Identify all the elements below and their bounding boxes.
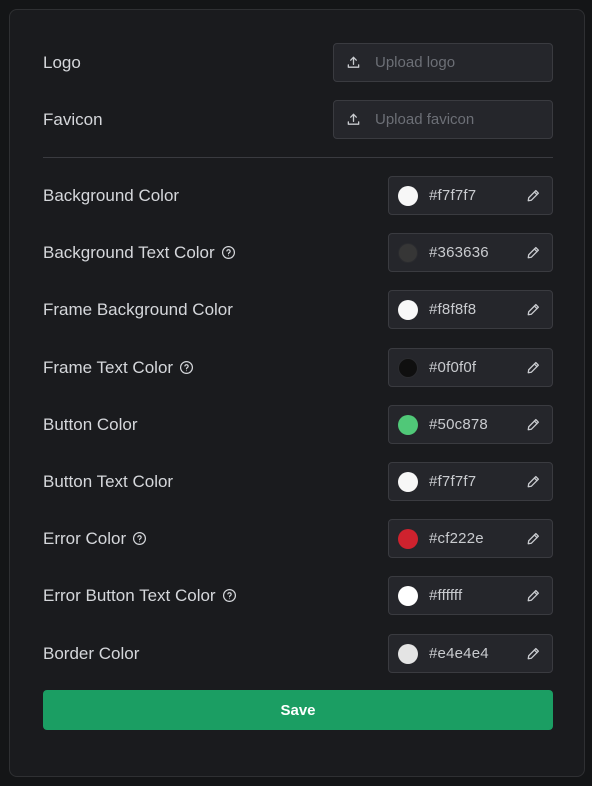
frame-text-color-value[interactable]: #0f0f0f: [429, 359, 476, 376]
background-text-color-row: Background Text Color #363636: [43, 233, 553, 272]
frame-background-color-value[interactable]: #f8f8f8: [429, 301, 476, 318]
upload-logo-placeholder: Upload logo: [375, 54, 456, 71]
frame-text-color-label-text: Frame Text Color: [43, 357, 174, 377]
favicon-label: Favicon: [43, 109, 103, 129]
error-color-value[interactable]: #cf222e: [429, 530, 484, 547]
border-color-input[interactable]: #e4e4e4: [388, 634, 553, 673]
background-color-value[interactable]: #f7f7f7: [429, 187, 476, 204]
pencil-icon[interactable]: [526, 588, 541, 603]
background-color-swatch[interactable]: [398, 185, 418, 206]
frame-background-color-row: Frame Background Color #f8f8f8: [43, 290, 553, 329]
branding-settings-panel: Logo Upload logo Favicon Upload favicon …: [9, 9, 585, 777]
button-color-swatch[interactable]: [398, 414, 418, 435]
button-color-input[interactable]: #50c878: [388, 405, 553, 444]
pencil-icon[interactable]: [526, 188, 541, 203]
help-circle-icon[interactable]: [132, 531, 147, 546]
border-color-label-text: Border Color: [43, 643, 140, 663]
button-color-label: Button Color: [43, 415, 138, 435]
background-text-color-swatch[interactable]: [398, 242, 418, 263]
border-color-value[interactable]: #e4e4e4: [429, 645, 489, 662]
logo-row: Logo Upload logo: [43, 43, 553, 82]
pencil-icon[interactable]: [526, 417, 541, 432]
frame-background-color-label-text: Frame Background Color: [43, 299, 233, 319]
frame-background-color-label: Frame Background Color: [43, 300, 233, 320]
button-text-color-swatch[interactable]: [398, 471, 418, 492]
button-text-color-row: Button Text Color #f7f7f7: [43, 462, 553, 501]
button-color-value[interactable]: #50c878: [429, 416, 488, 433]
error-button-text-color-value[interactable]: #ffffff: [429, 587, 462, 604]
button-color-row: Button Color #50c878: [43, 405, 553, 444]
error-color-input[interactable]: #cf222e: [388, 519, 553, 558]
button-text-color-value[interactable]: #f7f7f7: [429, 473, 476, 490]
background-text-color-value[interactable]: #363636: [429, 244, 489, 261]
button-text-color-input[interactable]: #f7f7f7: [388, 462, 553, 501]
background-color-label-text: Background Color: [43, 185, 180, 205]
pencil-icon[interactable]: [526, 646, 541, 661]
error-button-text-color-swatch[interactable]: [398, 585, 418, 606]
background-color-input[interactable]: #f7f7f7: [388, 176, 553, 215]
background-text-color-input[interactable]: #363636: [388, 233, 553, 272]
error-button-text-color-input[interactable]: #ffffff: [388, 576, 553, 615]
frame-text-color-label: Frame Text Color: [43, 358, 194, 378]
help-circle-icon[interactable]: [221, 245, 236, 260]
background-color-label: Background Color: [43, 186, 179, 206]
button-color-label-text: Button Color: [43, 414, 138, 434]
button-text-color-label: Button Text Color: [43, 472, 173, 492]
error-color-row: Error Color #cf222e: [43, 519, 553, 558]
pencil-icon[interactable]: [526, 531, 541, 546]
pencil-icon[interactable]: [526, 360, 541, 375]
frame-background-color-input[interactable]: #f8f8f8: [388, 290, 553, 329]
frame-text-color-swatch[interactable]: [398, 357, 418, 378]
section-divider: [43, 157, 553, 158]
error-button-text-color-label-text: Error Button Text Color: [43, 585, 216, 605]
error-button-text-color-row: Error Button Text Color #ffffff: [43, 576, 553, 615]
error-color-label-text: Error Color: [43, 528, 127, 548]
background-text-color-label-text: Background Text Color: [43, 242, 215, 262]
frame-text-color-input[interactable]: #0f0f0f: [388, 348, 553, 387]
upload-favicon-button[interactable]: Upload favicon: [333, 100, 553, 139]
pencil-icon[interactable]: [526, 245, 541, 260]
upload-icon: [346, 112, 361, 127]
frame-background-color-swatch[interactable]: [398, 299, 418, 320]
save-button[interactable]: Save: [43, 690, 553, 730]
pencil-icon[interactable]: [526, 474, 541, 489]
error-color-swatch[interactable]: [398, 528, 418, 549]
error-button-text-color-label: Error Button Text Color: [43, 586, 237, 606]
border-color-row: Border Color #e4e4e4: [43, 634, 553, 673]
background-text-color-label: Background Text Color: [43, 243, 236, 263]
upload-icon: [346, 55, 361, 70]
upload-logo-button[interactable]: Upload logo: [333, 43, 553, 82]
frame-text-color-row: Frame Text Color #0f0f0f: [43, 348, 553, 387]
help-circle-icon[interactable]: [222, 588, 237, 603]
logo-label: Logo: [43, 52, 81, 72]
border-color-label: Border Color: [43, 644, 139, 664]
border-color-swatch[interactable]: [398, 643, 418, 664]
upload-favicon-placeholder: Upload favicon: [375, 111, 475, 128]
pencil-icon[interactable]: [526, 302, 541, 317]
background-color-row: Background Color #f7f7f7: [43, 176, 553, 215]
help-circle-icon[interactable]: [179, 360, 194, 375]
button-text-color-label-text: Button Text Color: [43, 471, 174, 491]
favicon-row: Favicon Upload favicon: [43, 100, 553, 139]
error-color-label: Error Color: [43, 529, 147, 549]
